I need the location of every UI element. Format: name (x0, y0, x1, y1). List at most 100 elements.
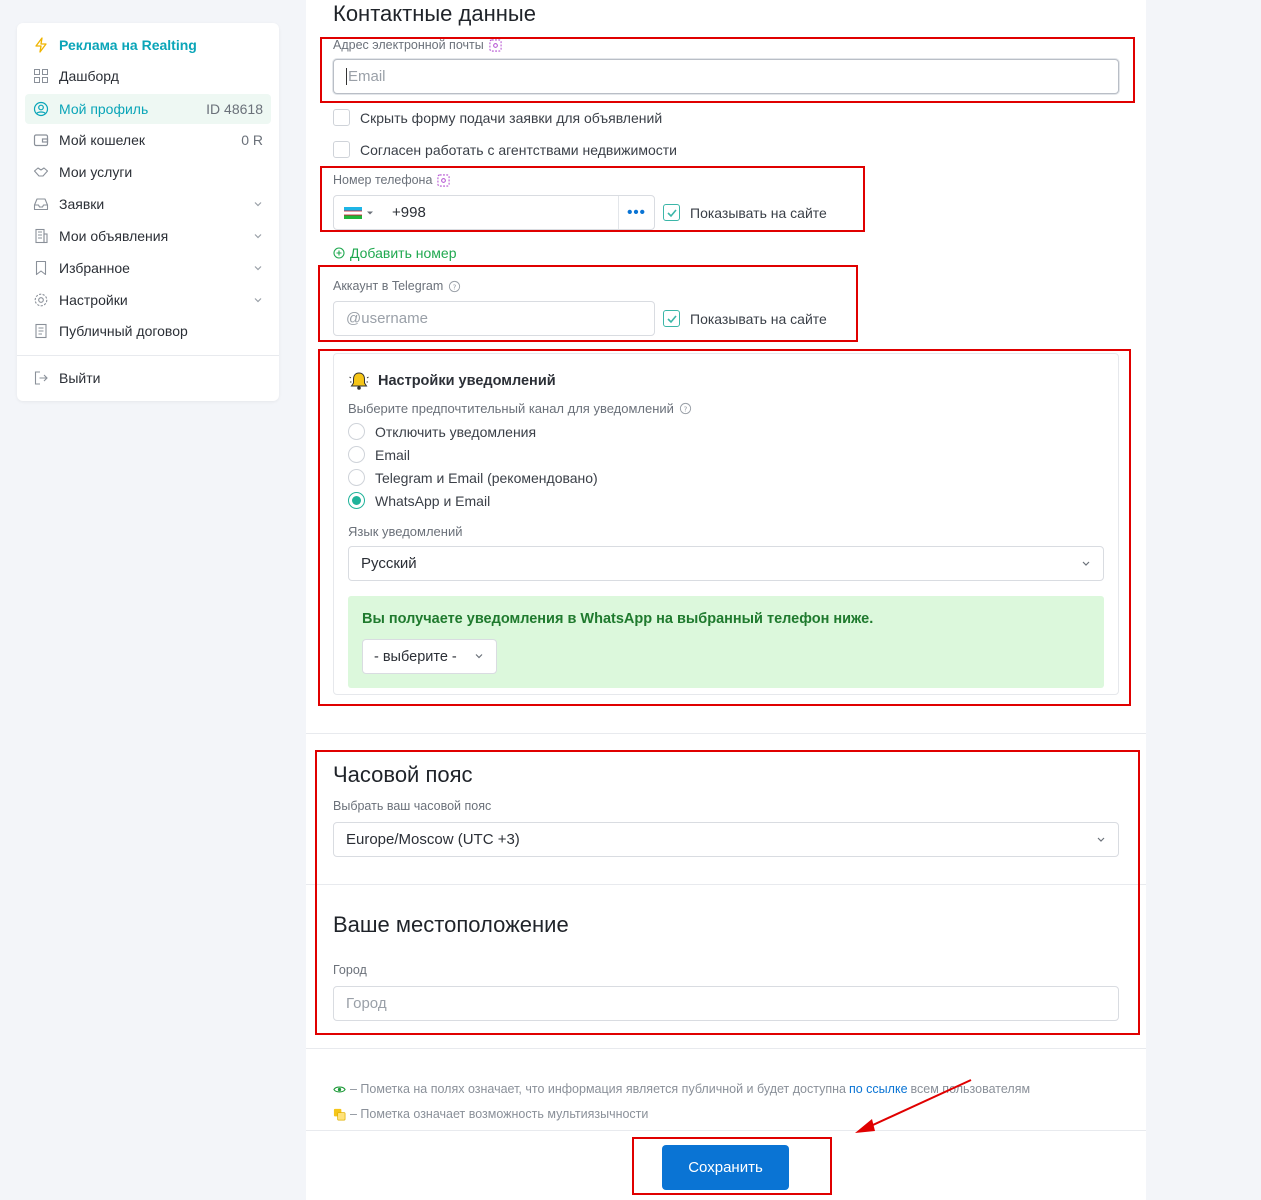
checkbox[interactable] (333, 109, 350, 126)
phone-input[interactable]: +998 ••• (333, 195, 655, 230)
chevron-down-icon (474, 649, 484, 665)
lang-select[interactable]: Русский (348, 546, 1104, 581)
flag-uz-icon (344, 206, 362, 219)
plus-circle-icon (333, 247, 345, 259)
multilang-note: – Пометка означает возможность мультиязы… (333, 1107, 648, 1121)
sidebar-item-favorites[interactable]: Избранное (25, 253, 271, 283)
notifications-card: Настройки уведомлений Выберите предпочти… (333, 353, 1119, 695)
sidebar-item-label: Настройки (59, 292, 128, 308)
save-button[interactable]: Сохранить (662, 1145, 789, 1190)
sidebar-item-listings[interactable]: Мои объявления (25, 221, 271, 251)
profile-form: Контактные данные Адрес электронной почт… (306, 0, 1146, 1200)
lang-label: Язык уведомлений (348, 524, 463, 539)
telegram-show-on-site-checkbox[interactable]: Показывать на сайте (663, 310, 827, 327)
sidebar-item-contract[interactable]: Публичный договор (25, 316, 271, 346)
chevron-down-icon (253, 292, 271, 308)
gear-icon (33, 292, 49, 308)
sidebar-item-advertising[interactable]: Реклама на Realting (25, 30, 271, 60)
whatsapp-phone-select[interactable]: - выберите - (362, 639, 497, 674)
translate-icon (333, 1108, 346, 1120)
chevron-down-icon (253, 228, 271, 244)
radio-option-email[interactable]: Email (348, 446, 410, 463)
email-input[interactable]: Email (333, 59, 1119, 94)
phone-show-on-site-checkbox[interactable]: Показывать на сайте (663, 204, 827, 221)
footer-divider (306, 1130, 1146, 1131)
notifications-title: Настройки уведомлений (348, 371, 556, 391)
checkbox-checked[interactable] (663, 310, 680, 327)
more-options-icon[interactable]: ••• (618, 196, 654, 229)
sidebar-item-label: Реклама на Realting (59, 37, 197, 53)
sidebar-item-label: Публичный договор (59, 323, 188, 339)
chevron-down-icon (1081, 555, 1091, 572)
timezone-label: Выбрать ваш часовой пояс (333, 799, 492, 813)
telegram-input[interactable]: @username (333, 301, 655, 336)
building-icon (33, 228, 49, 244)
telegram-label: Аккаунт в Telegram ? (333, 279, 461, 293)
sidebar-item-settings[interactable]: Настройки (25, 285, 271, 315)
sidebar-item-label: Мои объявления (59, 228, 169, 244)
agree-agencies-checkbox[interactable]: Согласен работать с агентствами недвижим… (333, 141, 677, 158)
location-title: Ваше местоположение (333, 912, 569, 937)
bell-icon (349, 372, 369, 390)
radio-button[interactable] (348, 469, 365, 486)
radio-button[interactable] (348, 423, 365, 440)
sidebar-item-label: Дашборд (59, 68, 119, 84)
bookmark-icon (33, 260, 49, 276)
whatsapp-notice: Вы получаете уведомления в WhatsApp на в… (348, 596, 1104, 688)
section-divider (306, 733, 1146, 734)
logout-button[interactable]: Выйти (25, 363, 271, 393)
radio-option-disable[interactable]: Отключить уведомления (348, 423, 536, 440)
radio-button[interactable] (348, 446, 365, 463)
profile-id: ID 48618 (206, 101, 263, 117)
radio-button-selected[interactable] (348, 492, 365, 509)
eye-icon (333, 1086, 346, 1092)
caret-down-icon (367, 211, 373, 214)
help-icon[interactable]: ? (679, 402, 692, 415)
logout-label: Выйти (59, 370, 101, 386)
svg-text:?: ? (683, 404, 687, 413)
radio-option-whatsapp-email[interactable]: WhatsApp и Email (348, 492, 490, 509)
inbox-icon (33, 196, 49, 212)
timezone-select[interactable]: Europe/Moscow (UTC +3) (333, 822, 1119, 857)
logout-icon (33, 370, 49, 386)
svg-text:?: ? (453, 282, 457, 291)
sidebar-item-label: Мой профиль (59, 101, 149, 117)
chevron-down-icon (1096, 831, 1106, 848)
help-icon[interactable]: ? (448, 280, 461, 293)
sidebar: Реклама на Realting Дашборд Мой профиль … (17, 23, 279, 401)
multilang-icon (489, 38, 502, 52)
sidebar-item-profile[interactable]: Мой профиль ID 48618 (25, 94, 271, 124)
multilang-icon (437, 173, 451, 187)
section-divider (306, 884, 1146, 885)
country-select[interactable] (334, 196, 382, 229)
channel-label: Выберите предпочтительный канал для увед… (348, 401, 692, 416)
checkbox-checked[interactable] (663, 204, 680, 221)
chevron-down-icon (253, 260, 271, 276)
sidebar-divider (17, 355, 279, 356)
radio-option-telegram-email[interactable]: Telegram и Email (рекомендовано) (348, 469, 598, 486)
sidebar-item-requests[interactable]: Заявки (25, 189, 271, 219)
text-caret (346, 68, 347, 85)
timezone-title: Часовой пояс (333, 762, 473, 787)
sidebar-item-label: Мои услуги (59, 164, 133, 180)
sidebar-item-dashboard[interactable]: Дашборд (25, 61, 271, 91)
sidebar-item-label: Избранное (59, 260, 130, 276)
section-divider (306, 1048, 1146, 1049)
wallet-balance: 0 R (241, 132, 263, 148)
phone-label: Номер телефона (333, 173, 451, 187)
hide-form-checkbox[interactable]: Скрыть форму подачи заявки для объявлени… (333, 109, 662, 126)
document-icon (33, 323, 49, 339)
sidebar-item-label: Мой кошелек (59, 132, 146, 148)
annotation-arrow-icon (855, 1079, 972, 1133)
add-number-link[interactable]: Добавить номер (333, 245, 456, 261)
sidebar-item-label: Заявки (59, 196, 105, 212)
contacts-title: Контактные данные (333, 1, 536, 26)
sidebar-item-services[interactable]: Мои услуги (25, 157, 271, 187)
handshake-icon (33, 164, 49, 180)
email-label: Адрес электронной почты (333, 38, 502, 52)
whatsapp-notice-text: Вы получаете уведомления в WhatsApp на в… (362, 611, 874, 627)
checkbox[interactable] (333, 141, 350, 158)
city-input[interactable]: Город (333, 986, 1119, 1021)
sidebar-item-wallet[interactable]: Мой кошелек 0 R (25, 125, 271, 155)
user-circle-icon (33, 101, 49, 117)
